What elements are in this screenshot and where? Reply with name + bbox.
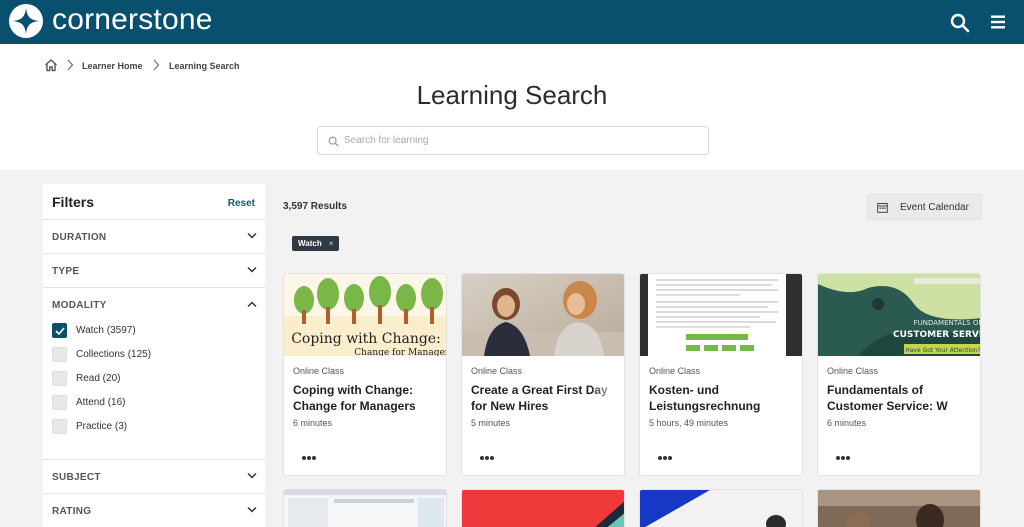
course-thumbnail [640,274,802,356]
modality-option-attend[interactable]: Attend (16) [52,394,125,410]
filter-section-subject[interactable]: SUBJECT [43,459,265,493]
chevron-down-icon [247,232,257,239]
search-icon [328,136,339,147]
filter-section-rating[interactable]: RATING [43,493,265,527]
chevron-up-icon [247,301,257,308]
modality-option-read[interactable]: Read (20) [52,370,120,386]
thumbnail-caption: CUSTOMER SERVICE [893,330,981,340]
hamburger-menu-icon[interactable] [990,14,1006,30]
compass-star-logo-icon[interactable] [8,3,44,39]
chevron-down-icon [247,472,257,479]
course-card[interactable] [817,489,981,527]
course-duration: 5 hours, 49 minutes [649,418,729,428]
modality-option-label: Attend (16) [76,396,126,408]
breadcrumb-learner-home[interactable]: Learner Home [82,59,143,73]
checkbox[interactable] [52,418,67,434]
course-card[interactable]: Coping with Change: Change for Managers … [283,273,447,476]
modality-option-label: Collections (125) [76,348,152,360]
filter-section-label: SUBJECT [52,472,101,483]
modality-option-label: Practice (3) [76,420,128,432]
results-count: 3,597 Results [283,201,347,212]
modality-option-practice[interactable]: Practice (3) [52,418,127,434]
filter-section-label: RATING [52,506,92,517]
course-duration: 6 minutes [827,418,867,428]
learning-search-box[interactable] [317,126,709,155]
filter-section-type[interactable]: TYPE [43,253,265,287]
course-title[interactable]: Fundamentals of Customer Service: W [827,382,977,414]
ellipsis-icon[interactable] [479,455,495,461]
course-card[interactable]: Online Class Create a Great First Day fo… [461,273,625,476]
checkbox[interactable] [52,394,67,410]
course-type: Online Class [827,366,879,376]
chevron-down-icon [247,266,257,273]
ellipsis-icon[interactable] [657,455,673,461]
course-type: Online Class [649,366,701,376]
modality-option-watch[interactable]: Watch (3597) [52,322,136,338]
ellipsis-icon[interactable] [301,455,317,461]
course-card[interactable]: Online Class Kosten- und Leistungsrechnu… [639,273,803,476]
filter-section-modality[interactable]: MODALITY [43,287,265,321]
top-bar: cornerstone [0,0,1024,44]
course-thumbnail: FUNDAMENTALS OF CUSTOMER SERVICE Have Go… [818,274,981,356]
course-card[interactable] [461,489,625,527]
active-filter-chip-watch: Watch × [292,236,340,251]
course-thumbnail: Coping with Change: Change for Managers [284,274,447,356]
event-calendar-button[interactable]: Event Calendar [867,194,982,220]
thumbnail-caption: FUNDAMENTALS OF [914,319,981,327]
modality-option-label: Read (20) [76,372,121,384]
course-card[interactable] [639,489,803,527]
checkbox[interactable] [52,346,67,362]
course-type: Online Class [293,366,345,376]
filter-section-duration[interactable]: DURATION [43,219,265,253]
thumbnail-caption: Coping with Change: [291,331,441,347]
course-thumbnail [284,490,446,527]
course-type: Online Class [471,366,523,376]
checkbox-checked[interactable] [52,322,67,338]
filter-section-label: MODALITY [52,300,107,311]
course-title[interactable]: Coping with Change: Change for Managers [293,382,443,414]
filter-section-label: TYPE [52,266,80,277]
learning-search-input[interactable] [344,127,704,154]
filters-title: Filters [52,194,95,210]
home-icon[interactable] [44,58,58,72]
thumbnail-caption: Have Got Your Attention? [905,347,981,354]
course-duration: 5 minutes [471,418,511,428]
checkmark-icon [55,326,65,335]
modality-option-collections[interactable]: Collections (125) [52,346,151,362]
course-thumbnail [462,490,624,527]
reset-filters-link[interactable]: Reset [228,198,255,209]
chevron-right-icon [153,59,160,71]
chevron-down-icon [247,506,257,513]
ellipsis-icon[interactable] [835,455,851,461]
course-title[interactable]: Create a Great First Day for New Hires [471,382,621,414]
page-title: Learning Search [416,80,608,110]
brand-name[interactable]: cornerstone [52,3,213,37]
search-header: Learner Home Learning Search Learning Se… [0,44,1024,170]
course-card[interactable] [283,489,447,527]
checkbox[interactable] [52,370,67,386]
chevron-right-icon [67,59,74,71]
breadcrumb-learning-search[interactable]: Learning Search [169,59,240,73]
course-thumbnail [640,490,802,527]
chip-label: Watch [298,239,322,248]
course-thumbnail [818,490,980,527]
event-calendar-label: Event Calendar [900,201,969,213]
modality-option-label: Watch (3597) [76,324,136,336]
calendar-icon [877,202,888,213]
chip-remove-icon[interactable]: × [329,239,334,248]
course-title[interactable]: Kosten- und Leistungsrechnung [649,382,799,414]
filter-section-label: DURATION [52,232,107,243]
search-icon[interactable] [950,13,970,33]
thumbnail-caption: Change for Managers [354,348,447,356]
course-thumbnail [462,274,624,356]
filters-panel: Filters Reset DURATION TYPE MODALITY Wat… [43,184,265,527]
course-duration: 6 minutes [293,418,333,428]
course-card[interactable]: FUNDAMENTALS OF CUSTOMER SERVICE Have Go… [817,273,981,476]
